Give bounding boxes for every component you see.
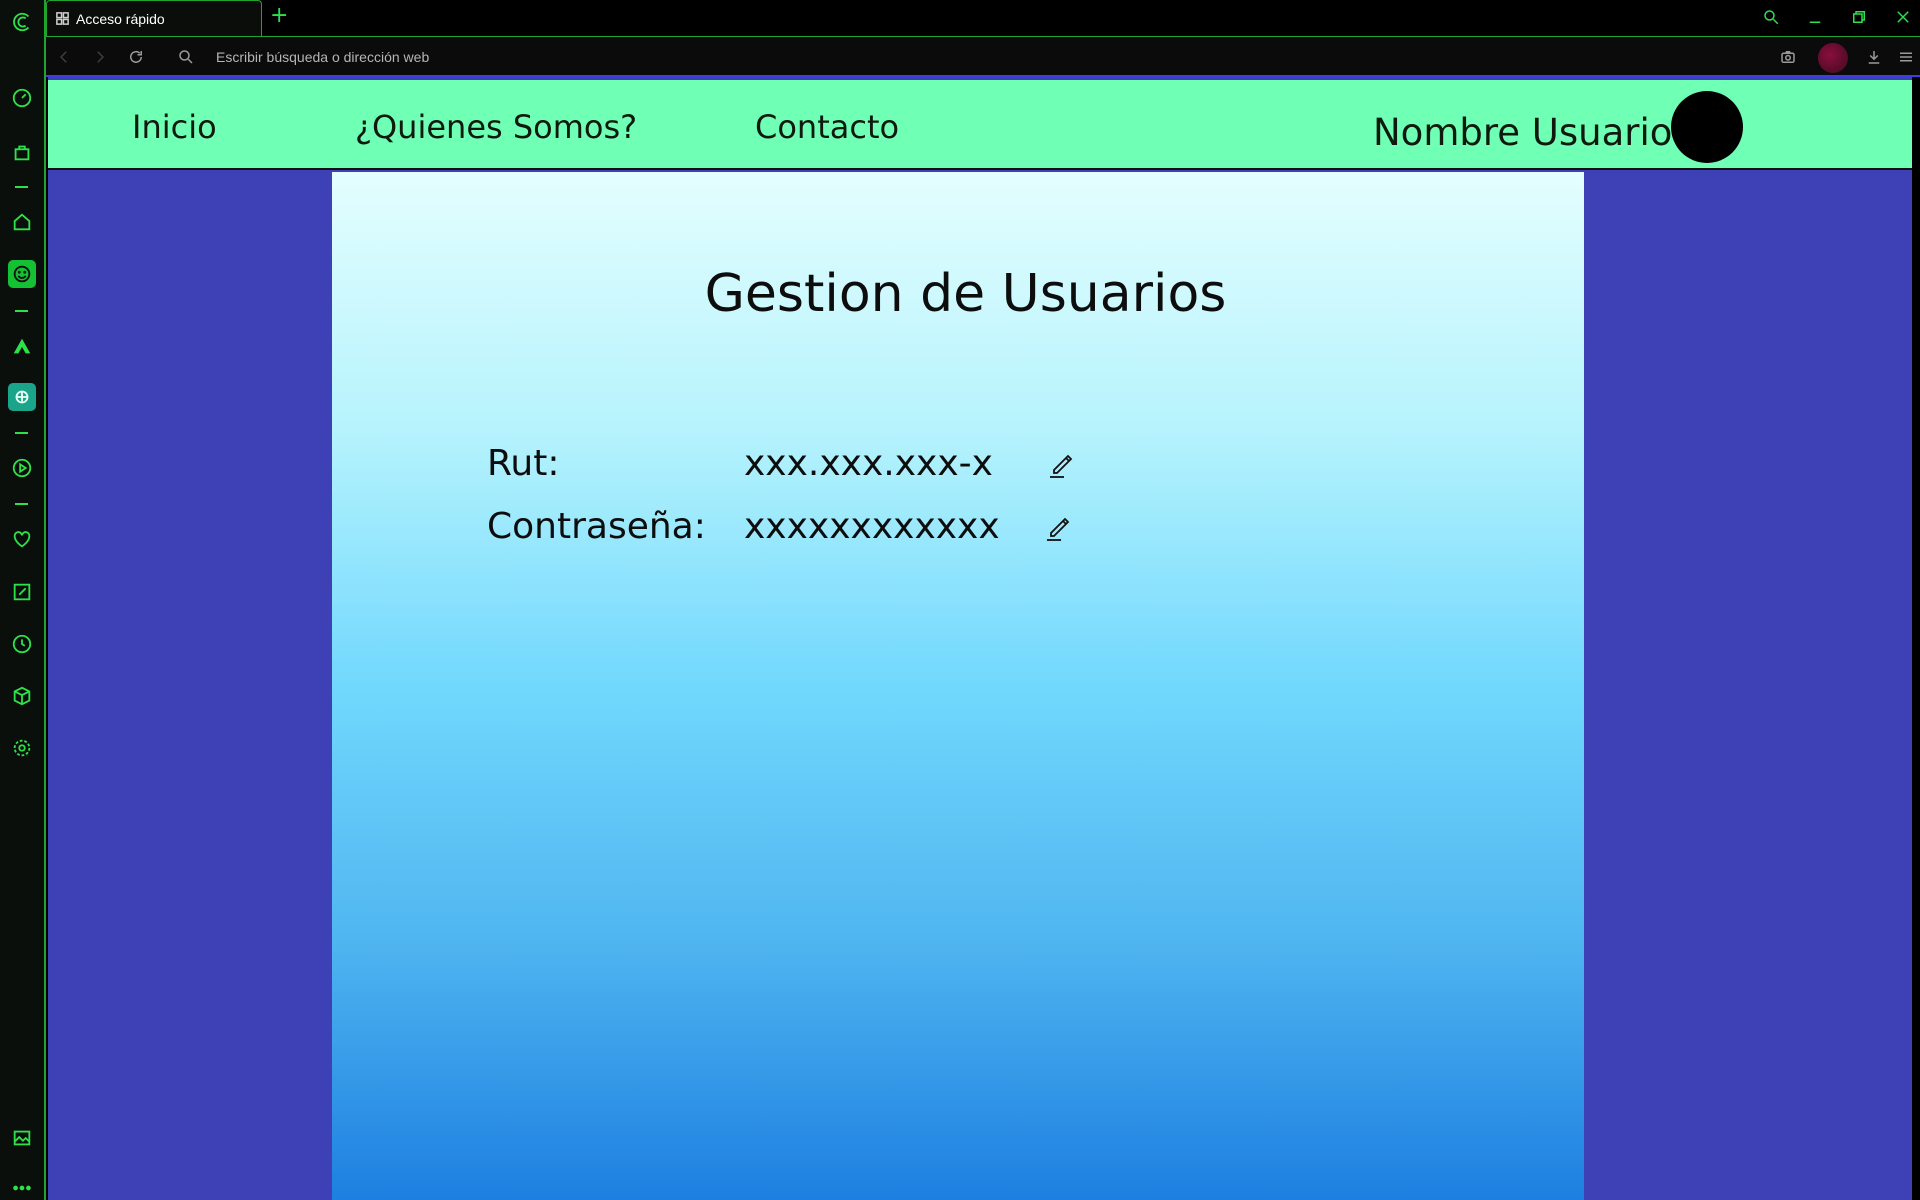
- sidebar-separator: [15, 503, 28, 505]
- emoji-icon[interactable]: [8, 260, 36, 288]
- opera-logo-icon[interactable]: [8, 8, 36, 36]
- site-navbar: Inicio ¿Quienes Somos? Contacto Nombre U…: [48, 80, 1912, 170]
- password-value: xxxxxxxxxxxx: [744, 506, 1000, 547]
- edit-icon[interactable]: [8, 578, 36, 606]
- tab-quick-access[interactable]: Acceso rápido: [46, 0, 262, 36]
- minimize-icon[interactable]: [1802, 4, 1828, 30]
- pencil-icon: [1050, 454, 1073, 478]
- sidebar-separator: [15, 432, 28, 434]
- grid-icon: [56, 12, 69, 25]
- chatgpt-icon[interactable]: [8, 383, 36, 411]
- user-name[interactable]: Nombre Usuario: [1373, 111, 1672, 154]
- close-icon[interactable]: [1890, 4, 1916, 30]
- rut-label: Rut:: [487, 443, 560, 484]
- address-input[interactable]: [216, 45, 1416, 69]
- nav-link-contacto[interactable]: Contacto: [755, 108, 899, 146]
- new-tab-button[interactable]: +: [270, 3, 288, 28]
- page-title: Gestion de Usuarios: [704, 264, 1227, 324]
- tab-title: Acceso rápido: [76, 10, 165, 27]
- nav-link-quienes-somos[interactable]: ¿Quienes Somos?: [355, 108, 637, 146]
- restore-icon[interactable]: [1846, 4, 1872, 30]
- home-icon[interactable]: [8, 208, 36, 236]
- sidebar-separator: [15, 186, 28, 188]
- shopping-bag-icon[interactable]: [8, 138, 36, 166]
- history-icon[interactable]: [8, 630, 36, 658]
- content-panel: Gestion de Usuarios Rut: xxx.xxx.xxx-x C…: [332, 172, 1584, 1200]
- tab-bar: Acceso rápido +: [46, 0, 1920, 36]
- easy-setup-icon[interactable]: [1894, 45, 1918, 69]
- reload-icon[interactable]: [124, 45, 148, 69]
- page-viewport: Inicio ¿Quienes Somos? Contacto Nombre U…: [48, 77, 1912, 1200]
- cube-icon[interactable]: [8, 682, 36, 710]
- search-tabs-icon[interactable]: [1758, 4, 1784, 30]
- gallery-icon[interactable]: [8, 1124, 36, 1152]
- profile-avatar[interactable]: [1818, 43, 1848, 73]
- heart-icon[interactable]: [8, 525, 36, 553]
- edit-rut-button[interactable]: [1044, 446, 1080, 482]
- pencil-icon: [1047, 517, 1070, 541]
- more-icon[interactable]: [8, 1180, 36, 1196]
- user-avatar[interactable]: [1671, 91, 1743, 163]
- back-icon[interactable]: [52, 45, 76, 69]
- nav-link-inicio[interactable]: Inicio: [132, 108, 217, 146]
- download-icon[interactable]: [1862, 45, 1886, 69]
- forward-icon[interactable]: [88, 45, 112, 69]
- address-bar: [46, 36, 1920, 77]
- search-icon: [174, 45, 198, 69]
- rut-value: xxx.xxx.xxx-x: [744, 443, 993, 484]
- sidebar-separator: [15, 310, 28, 312]
- password-label: Contraseña:: [487, 506, 706, 547]
- aria-icon[interactable]: [8, 333, 36, 361]
- browser-sidebar: [0, 0, 46, 1200]
- camera-icon[interactable]: [1776, 45, 1800, 69]
- speed-dial-icon[interactable]: [8, 84, 36, 112]
- settings-icon[interactable]: [8, 734, 36, 762]
- edit-password-button[interactable]: [1041, 509, 1077, 545]
- player-icon[interactable]: [8, 454, 36, 482]
